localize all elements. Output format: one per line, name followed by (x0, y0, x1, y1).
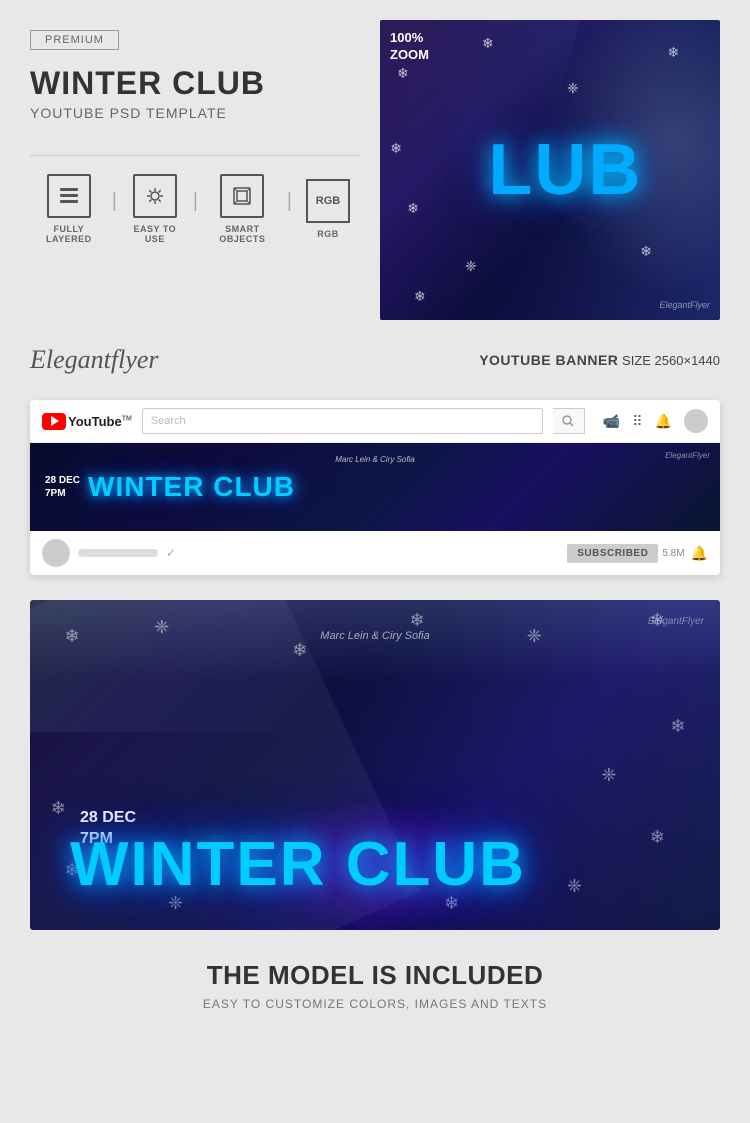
youtube-banner: Marc Lein & Ciry Sofia 28 DEC7PM WINTER … (30, 443, 720, 531)
bell-icon[interactable]: 🔔 (655, 413, 672, 430)
footer-sub-text: EASY TO CUSTOMIZE COLORS, IMAGES AND TEX… (30, 997, 720, 1011)
preview-title-text: LUB (488, 129, 642, 211)
banner-label: YOUTUBE BANNER (479, 352, 618, 368)
subscribe-button[interactable]: SUBSCRIBED (567, 544, 658, 563)
subscribe-group: SUBSCRIBED 5.8M 🔔 (567, 544, 708, 563)
feature-label-smart: SMART OBJECTS (212, 224, 273, 244)
premium-badge: PREMIUM (30, 30, 119, 50)
wand-icon (133, 174, 177, 218)
yt-banner-date: 28 DEC7PM (45, 474, 80, 500)
brand-name: Elegantflyer (30, 345, 159, 375)
user-avatar[interactable] (684, 409, 708, 433)
yt-banner-title: WINTER CLUB (88, 471, 295, 503)
large-banner: ❄ ❈ ❄ ❄ ❈ ❄ ❄ ❈ ❄ ❈ ❄ ❄ ❈ ❄ Marc Lein & … (30, 600, 720, 930)
feature-label-rgb: RGB (317, 229, 339, 239)
footer-section: THE MODEL IS INCLUDED EASY TO CUSTOMIZE … (0, 940, 750, 1036)
search-placeholder-text: Search (151, 415, 186, 427)
large-banner-section: ❄ ❈ ❄ ❄ ❈ ❄ ❄ ❈ ❄ ❈ ❄ ❄ ❈ ❄ Marc Lein & … (0, 585, 750, 940)
youtube-logo: YouTubeTM (42, 413, 132, 430)
page-subtitle: YOUTUBE PSD TEMPLATE (30, 105, 227, 121)
banner-size: SIZE 2560×1440 (622, 353, 720, 368)
channel-avatar (42, 539, 70, 567)
rgb-icon: RGB (306, 179, 350, 223)
footer-main-text: THE MODEL IS INCLUDED (30, 960, 720, 991)
features-row: FULLY LAYERED | (30, 174, 360, 244)
smartobj-icon (220, 174, 264, 218)
youtube-search-bar[interactable]: Search (142, 408, 543, 434)
feature-label-layers: FULLY LAYERED (40, 224, 98, 244)
zoom-label: 100%ZOOM (390, 30, 429, 64)
layers-icon (47, 174, 91, 218)
lb-subtitle: Marc Lein & Ciry Sofia (320, 630, 429, 642)
youtube-logo-icon (42, 413, 66, 430)
youtube-section: YouTubeTM Search 📹 ⠿ 🔔 Marc Lein & Ciry … (0, 390, 750, 585)
lb-watermark: ElegantFlyer (648, 616, 704, 627)
banner-info: YOUTUBE BANNER SIZE 2560×1440 (479, 352, 720, 368)
youtube-nav-icons: 📹 ⠿ 🔔 (603, 409, 708, 433)
video-camera-icon[interactable]: 📹 (603, 413, 620, 430)
youtube-channel-bar: ✓ SUBSCRIBED 5.8M 🔔 (30, 531, 720, 575)
preview-watermark: ElegantFlyer (659, 300, 710, 310)
left-info-panel: PREMIUM WINTER CLUB YOUTUBE PSD TEMPLATE… (30, 20, 360, 320)
feature-fully-layered: FULLY LAYERED (30, 174, 108, 244)
youtube-logo-text: YouTubeTM (68, 414, 132, 429)
channel-name-bar (78, 549, 158, 557)
page-title: WINTER CLUB (30, 66, 265, 101)
sep-1: | (108, 190, 121, 213)
feature-easy-to-use: EASY TO USE (121, 174, 189, 244)
yt-banner-subtitle: Marc Lein & Ciry Sofia (335, 455, 415, 464)
grid-icon[interactable]: ⠿ (632, 413, 642, 430)
subscriber-count: 5.8M (662, 548, 684, 559)
divider (30, 155, 360, 156)
youtube-topbar: YouTubeTM Search 📹 ⠿ 🔔 (30, 400, 720, 443)
feature-label-easy: EASY TO USE (131, 224, 179, 244)
sep-2: | (189, 190, 202, 213)
feature-smart-objects: SMART OBJECTS (202, 174, 283, 244)
channel-left: ✓ (42, 539, 176, 567)
sep-3: | (283, 190, 296, 213)
youtube-mockup: YouTubeTM Search 📹 ⠿ 🔔 Marc Lein & Ciry … (30, 400, 720, 575)
brand-row: Elegantflyer YOUTUBE BANNER SIZE 2560×14… (0, 335, 750, 390)
yt-banner-watermark: ElegantFlyer (665, 451, 710, 460)
preview-image: 100%ZOOM ❄ ❄ ❈ ❄ ❄ ❈ ❄ ❄ ❄ LUB ElegantFl… (380, 20, 720, 320)
verified-icon: ✓ (166, 546, 176, 560)
youtube-search-button[interactable] (553, 408, 585, 434)
subscribe-bell-icon[interactable]: 🔔 (691, 545, 708, 562)
lb-title: WINTER CLUB (70, 829, 526, 900)
feature-rgb: RGB RGB (296, 179, 360, 239)
